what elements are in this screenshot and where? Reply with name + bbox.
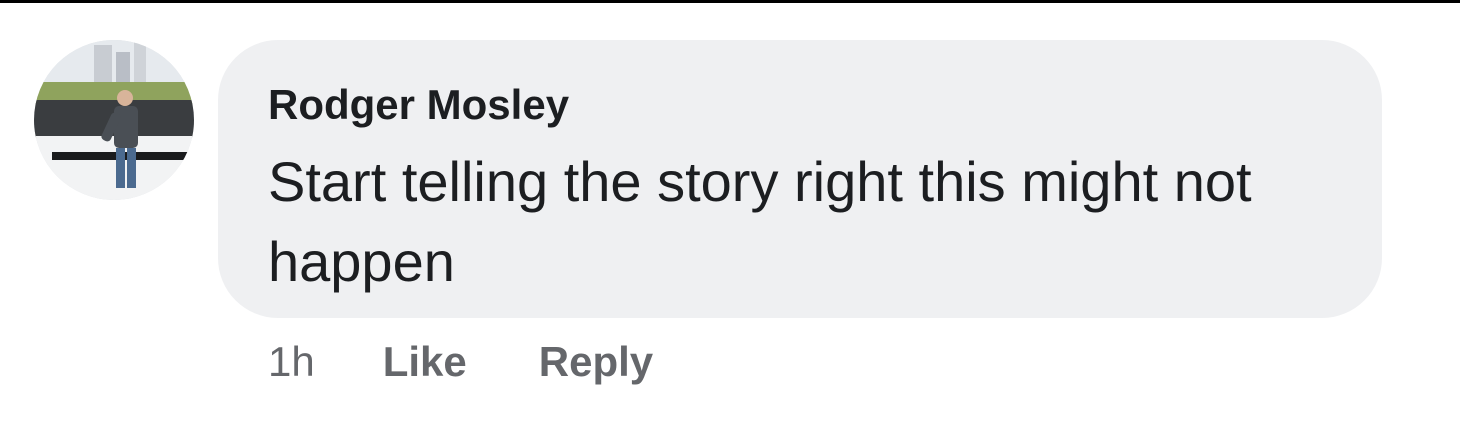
comment-body-text: Start telling the story right this might…: [268, 150, 1252, 293]
like-button[interactable]: Like: [383, 335, 467, 389]
author-avatar[interactable]: [34, 40, 194, 200]
comment-actions: 1h Like Reply: [268, 335, 653, 389]
avatar-photo: [34, 40, 194, 200]
comment-bubble: Rodger Mosley Start telling the story ri…: [218, 40, 1382, 318]
reply-button[interactable]: Reply: [539, 335, 653, 389]
top-divider: [0, 0, 1460, 3]
comment-author-name[interactable]: Rodger Mosley: [268, 80, 569, 130]
comment-timestamp[interactable]: 1h: [268, 335, 315, 389]
